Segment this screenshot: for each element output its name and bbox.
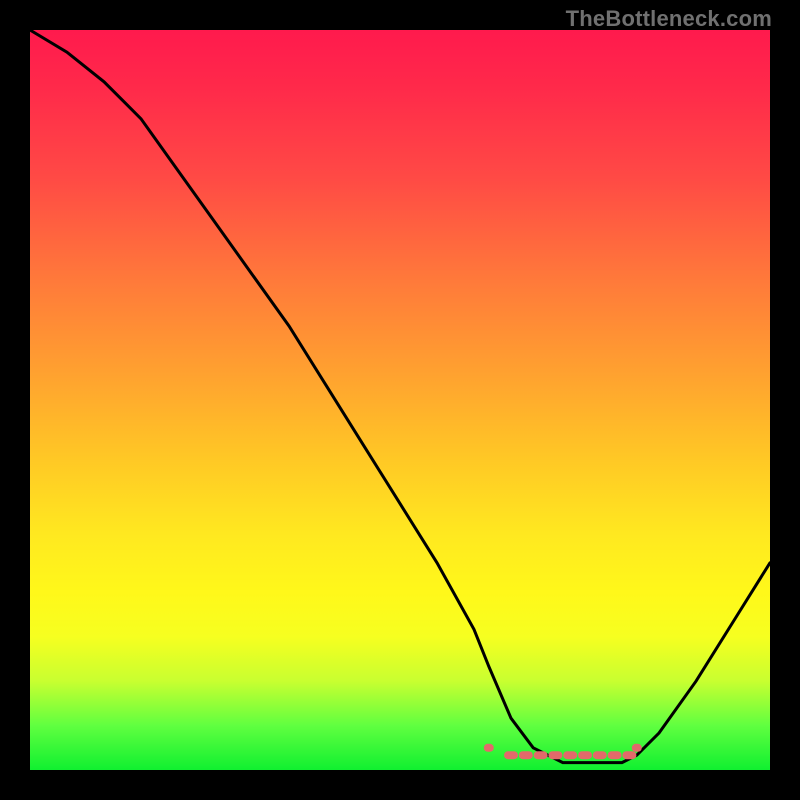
- bottleneck-curve: [30, 30, 770, 763]
- highlight-dot: [593, 751, 607, 759]
- attribution-text: TheBottleneck.com: [566, 6, 772, 32]
- highlight-dot: [548, 751, 562, 759]
- highlight-dot: [519, 751, 533, 759]
- highlight-dots: [484, 744, 642, 759]
- highlight-dot: [632, 744, 642, 752]
- highlight-dot: [622, 751, 636, 759]
- highlight-dot: [608, 751, 622, 759]
- highlight-dot: [534, 751, 548, 759]
- curve-svg: [30, 30, 770, 770]
- highlight-dot: [563, 751, 577, 759]
- highlight-dot: [578, 751, 592, 759]
- plot-area: [30, 30, 770, 770]
- highlight-dot: [484, 744, 494, 752]
- chart-frame: TheBottleneck.com: [0, 0, 800, 800]
- highlight-dot: [504, 751, 518, 759]
